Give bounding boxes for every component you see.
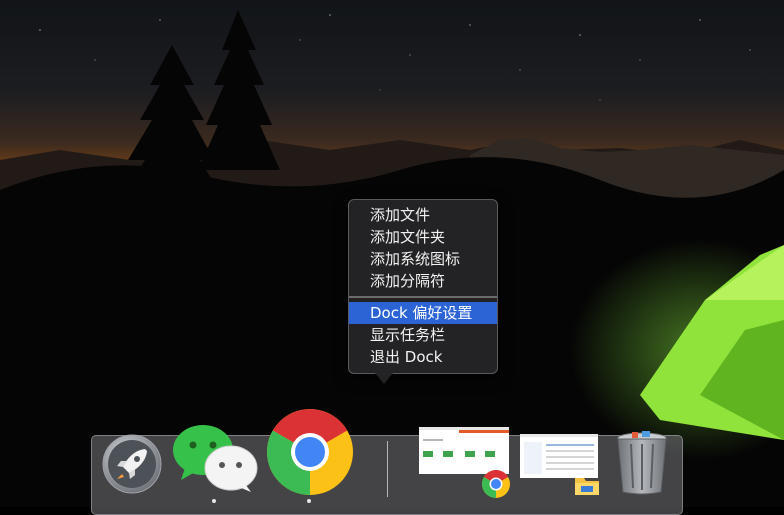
trash-icon [617, 431, 667, 495]
menu-pointer-arrow [375, 373, 393, 384]
rocket-icon [102, 434, 162, 494]
dock-separator [387, 441, 388, 497]
chrome-icon [482, 470, 510, 498]
wechat-running-indicator [212, 499, 216, 503]
dock-trash[interactable] [614, 430, 670, 496]
window-thumbnail [419, 427, 509, 474]
dock-app-wechat[interactable] [171, 422, 259, 494]
menu-separator [349, 296, 497, 298]
dock-app-chrome[interactable] [266, 408, 354, 496]
wechat-icon [173, 425, 258, 492]
chrome-running-indicator [307, 499, 311, 503]
dock-app-launchpad[interactable] [101, 433, 163, 495]
dock-window-chrome[interactable] [419, 427, 511, 499]
chrome-icon [267, 409, 353, 495]
window-thumbnail [520, 434, 598, 478]
dock-context-menu: 添加文件 添加文件夹 添加系统图标 添加分隔符 Dock 偏好设置 显示任务栏 … [348, 199, 498, 374]
menu-item-add-file[interactable]: 添加文件 [349, 204, 497, 226]
menu-item-show-taskbar[interactable]: 显示任务栏 [349, 324, 497, 346]
menu-item-add-separator[interactable]: 添加分隔符 [349, 270, 497, 292]
dock-window-file-explorer[interactable] [520, 434, 602, 498]
menu-item-quit-dock[interactable]: 退出 Dock [349, 346, 497, 368]
menu-item-add-system-icon[interactable]: 添加系统图标 [349, 248, 497, 270]
menu-item-add-folder[interactable]: 添加文件夹 [349, 226, 497, 248]
menu-item-dock-preferences[interactable]: Dock 偏好设置 [349, 302, 497, 324]
file-explorer-icon [575, 478, 599, 495]
